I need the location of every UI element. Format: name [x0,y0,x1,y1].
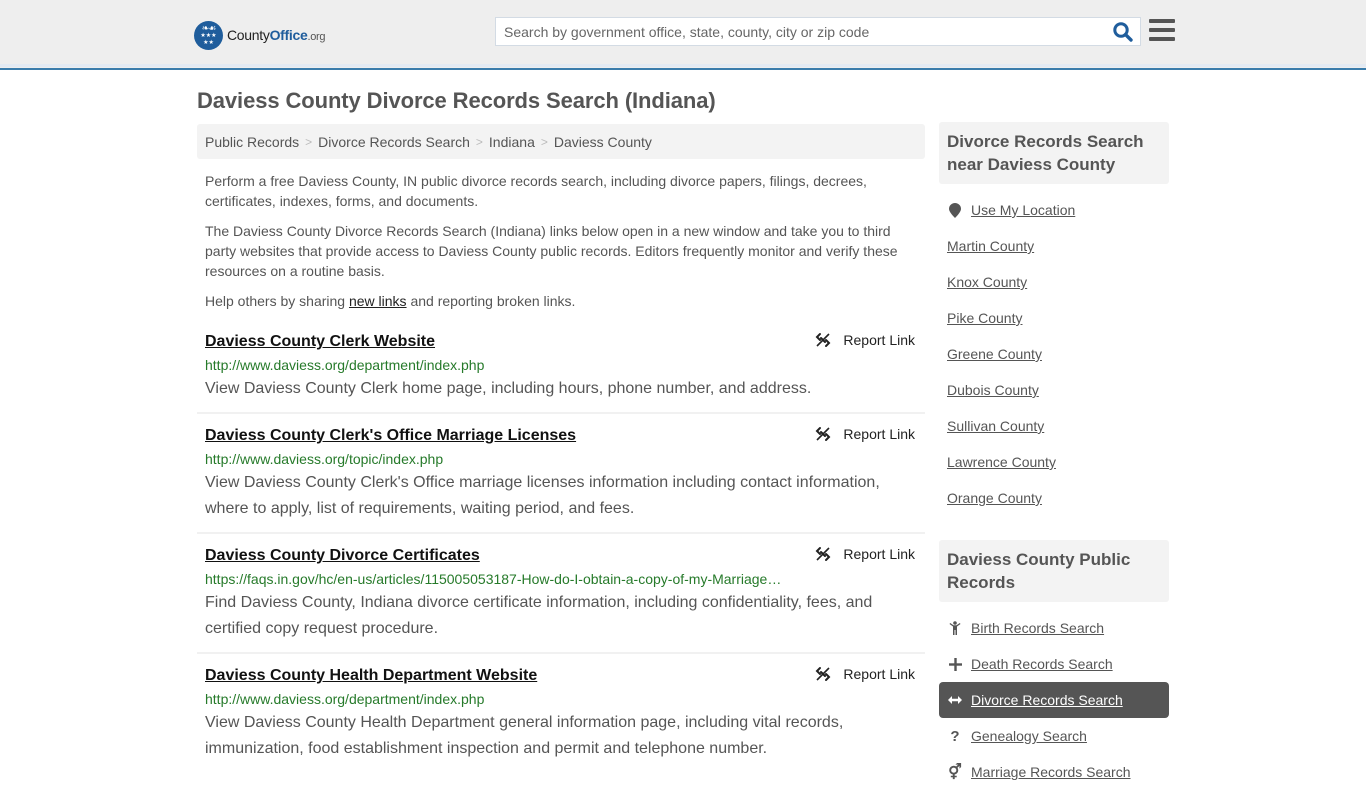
result-url: http://www.daviess.org/topic/index.php [205,451,444,467]
result-title-link[interactable]: Daviess County Health Department Website [205,664,785,688]
broken-link-icon [815,427,831,441]
result-description: View Daviess County Clerk's Office marri… [205,474,880,517]
report-link-button[interactable]: Report Link [815,332,915,348]
results-list: Daviess County Clerk Website http://www.… [197,328,925,780]
genealogy-link[interactable]: Genealogy Search [971,728,1087,744]
report-link-button[interactable]: Report Link [815,666,915,682]
nearby-county-link[interactable]: Greene County [947,346,1042,362]
nearby-heading: Divorce Records Search near Daviess Coun… [939,122,1169,184]
search-icon [1113,22,1133,42]
report-link-label: Report Link [843,426,915,442]
nearby-county-link[interactable]: Martin County [947,238,1034,254]
child-icon [947,620,963,636]
nearby-county-link[interactable]: Knox County [947,274,1027,290]
nearby-county-item: Knox County [939,264,1169,300]
public-records-list: Birth Records Search Death Records Searc… [939,602,1169,790]
result-item: Daviess County Clerk's Office Marriage L… [197,422,925,534]
nearby-county-item: Greene County [939,336,1169,372]
marriage-records-link[interactable]: Marriage Records Search [971,764,1131,780]
result-item: Daviess County Health Department Website… [197,662,925,772]
intro-text-span: and reporting broken links. [406,293,576,309]
result-description: View Daviess County Clerk home page, inc… [205,380,812,397]
hamburger-line [1149,37,1175,41]
result-item: Daviess County Divorce Certificates http… [197,542,925,654]
hamburger-menu-icon [1149,19,1175,23]
arrows-horizontal-icon [947,692,963,708]
divorce-records-link[interactable]: Divorce Records Search [971,692,1123,708]
report-link-button[interactable]: Report Link [815,546,915,562]
nearby-county-link[interactable]: Lawrence County [947,454,1056,470]
nearby-county-list: Use My Location Martin County Knox Count… [939,184,1169,516]
result-description: Find Daviess County, Indiana divorce cer… [205,594,873,637]
result-title-link[interactable]: Daviess County Divorce Certificates [205,544,785,568]
map-marker-icon [947,202,963,218]
intro-text-span: Help others by sharing [205,293,349,309]
nearby-county-link[interactable]: Sullivan County [947,418,1044,434]
page-title: Daviess County Divorce Records Search (I… [197,88,716,113]
logo-text: CountyOffice.org [227,27,326,43]
death-records-link[interactable]: Death Records Search [971,656,1113,672]
new-links-link[interactable]: new links [349,293,407,309]
report-link-button[interactable]: Report Link [815,426,915,442]
result-title-link[interactable]: Daviess County Clerk's Office Marriage L… [205,424,785,448]
marriage-symbol-icon: ⚥ [948,764,962,781]
breadcrumb: Public Records > Divorce Records Search … [197,124,925,159]
breadcrumb-daviess-county[interactable]: Daviess County [554,134,652,150]
report-link-label: Report Link [843,546,915,562]
broken-link-icon [815,333,831,347]
result-title-link[interactable]: Daviess County Clerk Website [205,330,785,354]
result-item: Daviess County Clerk Website http://www.… [197,328,925,414]
breadcrumb-separator: > [305,134,313,149]
sidebar-item-marriage-records[interactable]: ⚥ Marriage Records Search [939,754,1169,790]
breadcrumb-separator: > [540,134,548,149]
nearby-county-item: Dubois County [939,372,1169,408]
report-link-label: Report Link [843,332,915,348]
nearby-county-link[interactable]: Dubois County [947,382,1039,398]
search-bar [495,17,1141,46]
birth-records-link[interactable]: Birth Records Search [971,620,1104,636]
logo-eagle-icon: ❧☙ ★★★ ★★ [194,20,223,50]
cross-icon [947,656,963,672]
use-my-location-item: Use My Location [939,192,1169,228]
sidebar-item-genealogy[interactable]: ? Genealogy Search [939,718,1169,754]
nearby-county-item: Lawrence County [939,444,1169,480]
nearby-county-link[interactable]: Orange County [947,490,1042,506]
sidebar-item-divorce-records[interactable]: Divorce Records Search [939,682,1169,718]
nearby-county-link[interactable]: Pike County [947,310,1022,326]
breadcrumb-separator: > [475,134,483,149]
sidebar-item-birth-records[interactable]: Birth Records Search [939,610,1169,646]
broken-link-icon [815,667,831,681]
public-records-heading: Daviess County Public Records [939,540,1169,602]
report-link-label: Report Link [843,666,915,682]
breadcrumb-indiana[interactable]: Indiana [489,134,535,150]
nearby-county-item: Sullivan County [939,408,1169,444]
site-logo[interactable]: ❧☙ ★★★ ★★ CountyOffice.org [194,20,326,50]
sidebar: Divorce Records Search near Daviess Coun… [939,122,1169,790]
result-url: https://faqs.in.gov/hc/en-us/articles/11… [205,571,782,587]
broken-link-icon [815,547,831,561]
breadcrumb-public-records[interactable]: Public Records [205,134,299,150]
result-description: View Daviess County Health Department ge… [205,714,844,757]
intro-paragraph-3: Help others by sharing new links and rep… [205,291,917,311]
hamburger-menu-button[interactable] [1149,19,1175,43]
result-url: http://www.daviess.org/department/index.… [205,357,485,373]
intro-paragraph-2: The Daviess County Divorce Records Searc… [205,223,898,279]
site-header: ❧☙ ★★★ ★★ CountyOffice.org [0,0,1366,70]
nearby-county-item: Martin County [939,228,1169,264]
search-input[interactable] [496,18,1096,45]
question-icon: ? [950,727,960,745]
search-button[interactable] [1112,21,1134,43]
sidebar-item-death-records[interactable]: Death Records Search [939,646,1169,682]
public-records-section: Daviess County Public Records Birth Reco… [939,540,1169,790]
nearby-county-item: Orange County [939,480,1169,516]
use-my-location-link[interactable]: Use My Location [971,202,1075,218]
breadcrumb-divorce-records-search[interactable]: Divorce Records Search [318,134,470,150]
intro-text: Perform a free Daviess County, IN public… [205,171,917,321]
result-url: http://www.daviess.org/department/index.… [205,691,485,707]
nearby-county-item: Pike County [939,300,1169,336]
intro-paragraph-1: Perform a free Daviess County, IN public… [205,173,867,209]
hamburger-line [1149,28,1175,32]
